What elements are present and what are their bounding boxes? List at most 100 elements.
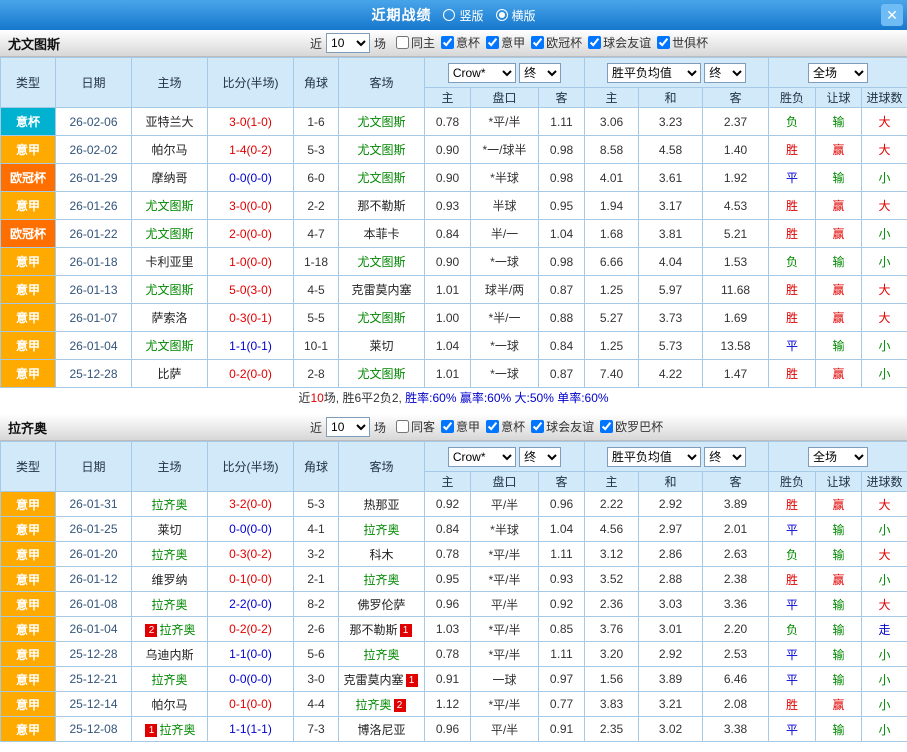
filter-意杯[interactable]: 意杯 (486, 418, 525, 435)
home-team: 乌迪内斯 (131, 641, 208, 667)
subcol-odds-home: 主 (424, 471, 471, 492)
col-date: 日期 (55, 441, 132, 492)
corner-count: 3-2 (293, 541, 339, 567)
filter-球会友谊[interactable]: 球会友谊 (588, 34, 651, 51)
mean-draw: 4.22 (638, 359, 704, 388)
filter-list: 同客 意甲 意杯 球会友谊 欧罗巴杯 (390, 418, 663, 436)
red-card-badge: 1 (145, 723, 158, 737)
result-handicap: 输 (815, 541, 863, 567)
horizontal-layout-label: 横版 (511, 8, 536, 23)
corner-count: 10-1 (293, 331, 339, 360)
red-card-badge: 2 (145, 623, 158, 637)
odds-away: 0.98 (537, 247, 586, 276)
filter-意甲[interactable]: 意甲 (441, 418, 480, 435)
odds-away: 0.97 (537, 666, 586, 692)
team-name-text: 摩纳哥 (151, 171, 188, 185)
mean-home: 1.68 (584, 219, 640, 248)
vertical-layout-radio[interactable]: 竖版 (443, 7, 484, 24)
result-wdl: 胜 (768, 691, 817, 717)
corner-count: 3-0 (293, 666, 339, 692)
odds-home: 0.96 (424, 591, 471, 617)
away-team: 莱切 (338, 331, 425, 360)
filter-checkbox[interactable] (486, 420, 500, 433)
odds-time-select[interactable]: 终 (519, 62, 562, 83)
scope-select[interactable]: 全场 (808, 446, 869, 467)
odds-time-select[interactable]: 终 (519, 446, 562, 467)
matches-label: 场 (374, 36, 387, 51)
home-team: 尤文图斯 (131, 331, 208, 360)
filter-checkbox[interactable] (531, 420, 545, 433)
team-section: 尤文图斯 近 10 场 同主 意杯 意甲 欧冠杯 球会友谊 世俱杯 类型 日期 主场 比分… (0, 30, 907, 408)
filter-意杯[interactable]: 意杯 (441, 34, 480, 51)
match-count-select[interactable]: 10 (326, 33, 371, 53)
result-wdl: 胜 (768, 219, 817, 248)
mean-away: 2.38 (702, 566, 770, 592)
near-label: 近 (310, 36, 323, 51)
home-team: 1 拉齐奥 (131, 716, 208, 742)
team-name-text: 拉齐奥 (159, 622, 196, 637)
mean-away: 1.40 (702, 135, 770, 164)
filter-checkbox[interactable] (531, 36, 545, 49)
result-goals: 小 (861, 516, 907, 542)
scope-select[interactable]: 全场 (808, 62, 869, 83)
team-name-text: 拉齐奥 (159, 722, 196, 737)
match-date: 26-01-31 (55, 491, 132, 517)
subcol-handicap: 盘口 (470, 471, 539, 492)
mean-away: 4.53 (702, 191, 770, 220)
mean-source-select[interactable]: 胜平负均值 (606, 446, 701, 467)
col-type: 类型 (0, 441, 56, 492)
mean-away: 2.37 (702, 107, 770, 136)
result-wdl: 平 (768, 516, 817, 542)
team-name-text: 拉齐奥 (151, 497, 188, 512)
subcol-result-wdl: 胜负 (768, 87, 817, 108)
away-team: 尤文图斯 (338, 359, 425, 388)
subcol-result-handicap: 让球 (815, 471, 863, 492)
odds-source-select[interactable]: Crow* (447, 446, 516, 467)
odds-source-select[interactable]: Crow* (447, 62, 516, 83)
match-score: 0-1(0-0) (207, 691, 294, 717)
mean-draw: 2.92 (638, 491, 704, 517)
match-date: 26-01-25 (55, 516, 132, 542)
odds-home: 0.78 (424, 107, 471, 136)
mean-home: 2.22 (584, 491, 640, 517)
mean-home: 3.83 (584, 691, 640, 717)
match-count-select[interactable]: 10 (326, 417, 371, 437)
mean-home: 8.58 (584, 135, 640, 164)
col-corner: 角球 (293, 441, 339, 492)
filter-同主[interactable]: 同主 (396, 34, 435, 51)
col-home: 主场 (131, 441, 208, 492)
col-type: 类型 (0, 57, 56, 108)
mean-source-select[interactable]: 胜平负均值 (606, 62, 701, 83)
filter-checkbox[interactable] (396, 420, 410, 433)
filter-checkbox[interactable] (441, 420, 455, 433)
filter-球会友谊[interactable]: 球会友谊 (531, 418, 594, 435)
filter-欧冠杯[interactable]: 欧冠杯 (531, 34, 582, 51)
league-badge: 意甲 (0, 191, 56, 220)
mean-draw: 2.97 (638, 516, 704, 542)
filter-欧罗巴杯[interactable]: 欧罗巴杯 (600, 418, 663, 435)
filter-意甲[interactable]: 意甲 (486, 34, 525, 51)
match-date: 26-01-26 (55, 191, 132, 220)
filter-同客[interactable]: 同客 (396, 418, 435, 435)
corner-count: 2-8 (293, 359, 339, 388)
result-goals: 大 (861, 303, 907, 332)
match-row: 意甲 26-01-31 拉齐奥 3-2(0-0) 5-3 热那亚 0.92 平/半 0.96 2.… (0, 491, 907, 517)
away-team: 本菲卡 (338, 219, 425, 248)
match-row: 意甲 25-12-14 帕尔马 0-1(0-0) 4-4 拉齐奥 2 1.12 *平/半 0.77… (0, 691, 907, 717)
filter-checkbox[interactable] (600, 420, 614, 433)
filter-checkbox[interactable] (588, 36, 602, 49)
close-button[interactable]: ✕ (881, 4, 903, 26)
handicap: *平/半 (470, 616, 539, 642)
filter-checkbox[interactable] (657, 36, 671, 49)
mean-time-select[interactable]: 终 (704, 446, 747, 467)
horizontal-layout-radio[interactable]: 横版 (495, 7, 536, 24)
filter-checkbox[interactable] (486, 36, 500, 49)
mean-time-select[interactable]: 终 (704, 62, 747, 83)
subcol-result-wdl: 胜负 (768, 471, 817, 492)
mean-home: 3.76 (584, 616, 640, 642)
filter-世俱杯[interactable]: 世俱杯 (657, 34, 708, 51)
filter-checkbox[interactable] (396, 36, 410, 49)
match-row: 意甲 26-01-07 萨索洛 0-3(0-1) 5-5 尤文图斯 1.00 *半/一 0.88… (0, 303, 907, 332)
filter-checkbox[interactable] (441, 36, 455, 49)
odds-away: 1.11 (537, 641, 586, 667)
